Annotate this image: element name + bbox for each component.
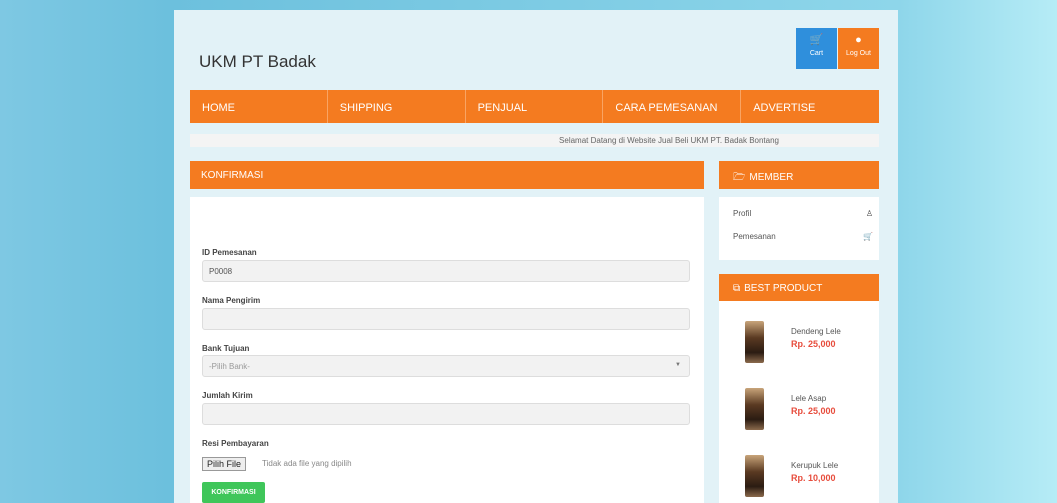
tags-icon: ⧉ [733,283,741,294]
chevron-down-icon: ▼ [675,362,681,368]
id-pemesanan-field[interactable]: P0008 [202,260,690,282]
cart-icon: 🛒 [863,232,873,241]
best-product-panel: Dendeng Lele Rp. 25,000 Lele Asap Rp. 25… [719,301,879,503]
file-status-text: Tidak ada file yang dipilih [262,459,352,468]
form-title: KONFIRMASI [190,161,704,189]
member-item-label: Profil [733,209,752,218]
product-name[interactable]: Dendeng Lele [791,327,841,336]
product-price: Rp. 25,000 [791,406,836,416]
member-item-pemesanan[interactable]: Pemesanan 🛒 [733,232,873,241]
resi-pembayaran-label: Resi Pembayaran [202,439,269,448]
product-price: Rp. 10,000 [791,473,836,483]
jumlah-kirim-field[interactable] [202,403,690,425]
product-price: Rp. 25,000 [791,339,836,349]
nav-shipping[interactable]: SHIPPING [328,90,466,123]
logout-label: Log Out [846,50,871,57]
nama-pengirim-field[interactable] [202,308,690,330]
member-header: 🗁 MEMBER [719,161,879,189]
id-pemesanan-label: ID Pemesanan [202,248,257,257]
jumlah-kirim-label: Jumlah Kirim [202,391,253,400]
folder-icon: 🗁 [733,172,746,183]
welcome-marquee: Selamat Datang di Website Jual Beli UKM … [190,134,879,147]
cart-label: Cart [809,50,824,57]
page-container: UKM PT Badak 🛒 Cart ● Log Out HOME SHIPP… [174,10,898,503]
product-image[interactable] [745,321,764,363]
product-name[interactable]: Kerupuk Lele [791,461,838,470]
user-icon: ● [855,34,862,46]
main-nav: HOME SHIPPING PENJUAL CARA PEMESANAN ADV… [190,90,879,123]
cart-button[interactable]: 🛒 Cart [796,28,837,69]
product-image[interactable] [745,455,764,497]
best-product-header: ⧉ BEST PRODUCT [719,274,879,302]
nav-penjual[interactable]: PENJUAL [466,90,604,123]
member-item-profil[interactable]: Profil ♙ [733,209,873,218]
bank-tujuan-select[interactable]: -Pilih Bank- ▼ [202,355,690,377]
best-product-title: BEST PRODUCT [744,283,823,294]
cart-icon: 🛒 [809,34,824,46]
bank-selected-value: -Pilih Bank- [209,362,250,371]
product-item[interactable]: Kerupuk Lele Rp. 10,000 [745,455,875,503]
bank-tujuan-label: Bank Tujuan [202,344,250,353]
konfirmasi-button[interactable]: KONFIRMASI [202,482,265,503]
nav-cara-pemesanan[interactable]: CARA PEMESANAN [603,90,742,123]
nama-pengirim-label: Nama Pengirim [202,296,261,305]
member-title: MEMBER [749,172,794,183]
nav-advertise[interactable]: ADVERTISE [741,90,879,123]
site-brand[interactable]: UKM PT Badak [199,52,316,72]
confirmation-form: ID Pemesanan P0008 Nama Pengirim Bank Tu… [190,197,704,503]
nav-home[interactable]: HOME [190,90,328,123]
member-panel: Profil ♙ Pemesanan 🛒 [719,197,879,260]
product-name[interactable]: Lele Asap [791,394,826,403]
person-icon: ♙ [865,209,873,218]
file-chooser-button[interactable]: Pilih File [202,457,247,471]
logout-button[interactable]: ● Log Out [838,28,879,69]
product-image[interactable] [745,388,764,430]
product-item[interactable]: Lele Asap Rp. 25,000 [745,388,875,438]
product-item[interactable]: Dendeng Lele Rp. 25,000 [745,321,875,371]
member-item-label: Pemesanan [733,232,776,241]
